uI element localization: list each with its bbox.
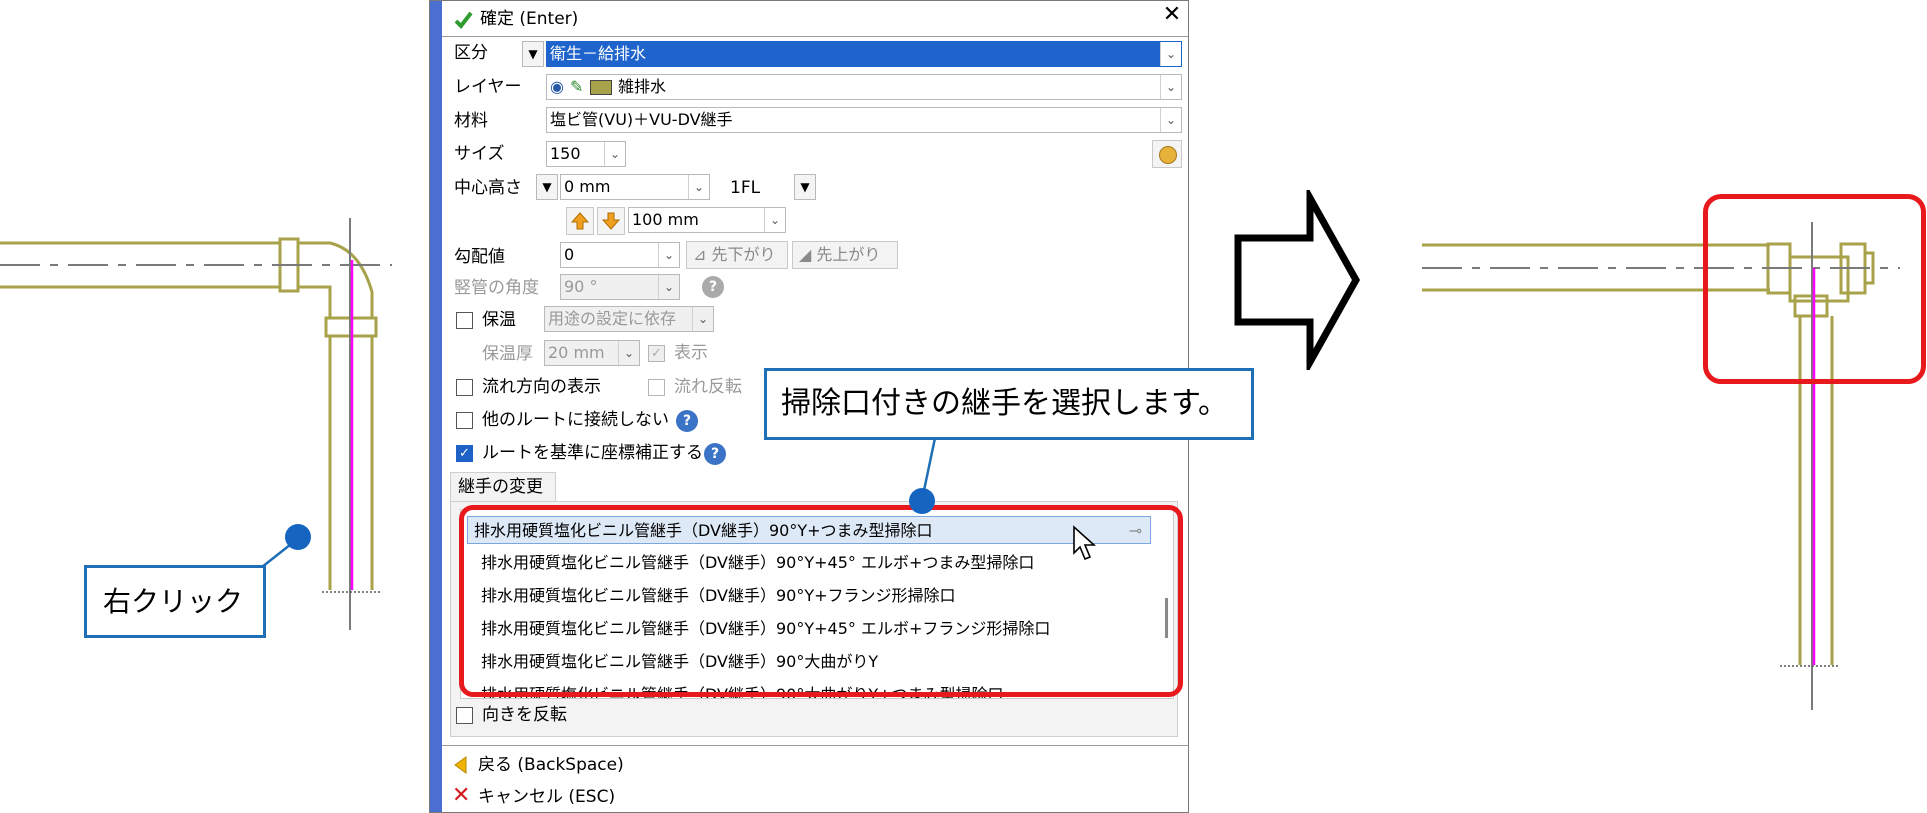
select-fitting-callout-text: 掃除口付きの継手を選択します。 xyxy=(781,386,1228,421)
select-fitting-marker xyxy=(909,488,935,514)
pipe-drawing-after xyxy=(1422,222,1900,710)
result-arrow-icon xyxy=(1234,190,1361,370)
select-fitting-callout: 掃除口付きの継手を選択します。 xyxy=(764,368,1254,440)
result-highlight xyxy=(1703,194,1926,384)
